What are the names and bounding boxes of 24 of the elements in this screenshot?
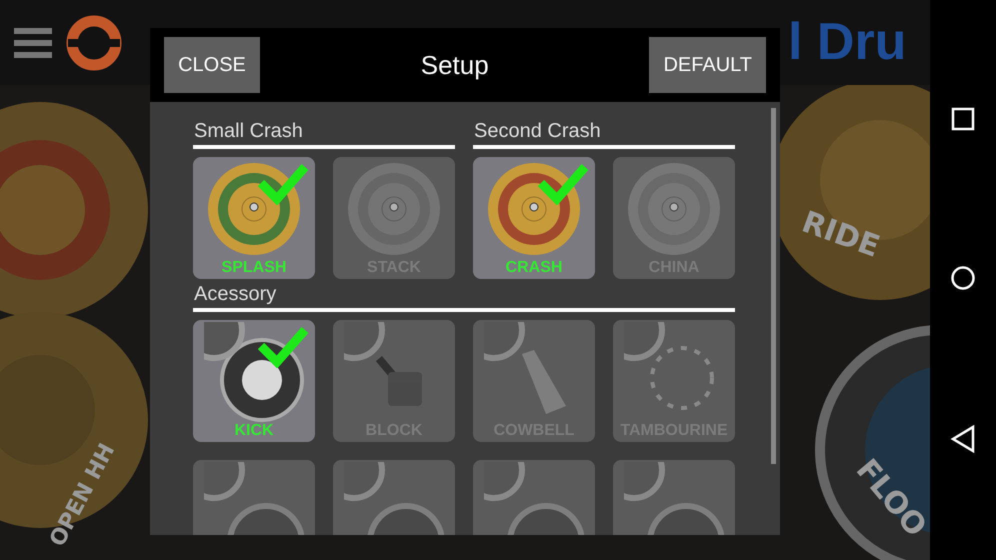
section-header: Second Crash <box>473 120 735 149</box>
drum-icon <box>624 462 724 535</box>
drum-icon <box>484 462 584 535</box>
instrument-tile[interactable]: KICK <box>193 320 315 442</box>
section-header: Acessory <box>193 283 735 312</box>
checkmark-icon <box>255 324 311 368</box>
recent-apps-icon[interactable] <box>951 107 975 131</box>
drum-icon <box>204 322 304 422</box>
section-header: Small Crash <box>193 120 455 149</box>
scrollbar[interactable] <box>771 108 776 464</box>
refresh-icon[interactable] <box>64 12 124 72</box>
back-icon[interactable] <box>950 425 976 453</box>
drum-icon <box>344 462 444 535</box>
instrument-tile[interactable]: CRASH <box>473 157 595 279</box>
home-icon[interactable] <box>950 265 976 291</box>
drum-label: RIDE <box>797 204 884 265</box>
drum-icon <box>204 462 304 535</box>
checkmark-icon <box>255 161 311 205</box>
app-logo: l Dru <box>788 12 906 72</box>
close-button[interactable]: CLOSE <box>164 37 260 93</box>
dialog-title: Setup <box>420 50 489 80</box>
default-button[interactable]: DEFAULT <box>649 37 766 93</box>
instrument-tile[interactable]: SPLASH <box>193 157 315 279</box>
checkmark-icon <box>535 161 591 205</box>
